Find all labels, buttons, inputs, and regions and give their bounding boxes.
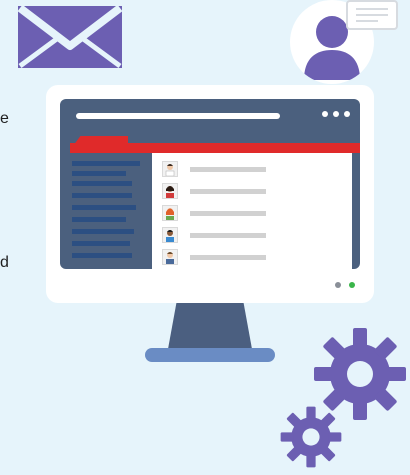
avatar bbox=[162, 249, 178, 265]
list-item bbox=[162, 249, 352, 265]
window-menu-dots bbox=[322, 111, 350, 117]
list-item bbox=[162, 161, 352, 177]
sidebar-line bbox=[72, 205, 136, 210]
avatar bbox=[162, 205, 178, 221]
list-item bbox=[162, 227, 352, 243]
gear-icon bbox=[278, 404, 344, 475]
sidebar-line bbox=[72, 229, 134, 234]
monitor-screen bbox=[60, 99, 360, 269]
list-item-bar bbox=[190, 233, 266, 238]
sidebar-line bbox=[72, 181, 132, 186]
address-bar bbox=[76, 113, 280, 119]
clipped-text-top: e bbox=[0, 110, 9, 127]
avatar bbox=[162, 161, 178, 177]
user-list-panel bbox=[152, 153, 352, 269]
monitor-illustration bbox=[46, 85, 374, 303]
list-item bbox=[162, 183, 352, 199]
header-bar bbox=[70, 143, 360, 153]
menu-dot bbox=[344, 111, 350, 117]
sidebar-line bbox=[72, 161, 140, 166]
sidebar-line bbox=[72, 253, 132, 258]
list-item bbox=[162, 205, 352, 221]
sidebar-line bbox=[72, 193, 132, 198]
status-indicators bbox=[335, 282, 355, 288]
list-item-bar bbox=[190, 211, 266, 216]
envelope-icon bbox=[17, 4, 123, 69]
menu-dot bbox=[333, 111, 339, 117]
avatar bbox=[162, 227, 178, 243]
sidebar-line bbox=[72, 241, 130, 246]
list-item-bar bbox=[190, 255, 266, 260]
list-item-bar bbox=[190, 167, 266, 172]
monitor-stand-base bbox=[145, 348, 275, 362]
status-dot-green bbox=[349, 282, 355, 288]
list-item-bar bbox=[190, 189, 266, 194]
menu-dot bbox=[322, 111, 328, 117]
clipped-text-bottom: d bbox=[0, 254, 9, 271]
avatar bbox=[162, 183, 178, 199]
sidebar-line bbox=[72, 171, 126, 176]
status-dot-gray bbox=[335, 282, 341, 288]
sidebar-line bbox=[72, 217, 126, 222]
monitor-stand-neck bbox=[168, 303, 252, 349]
chat-bubble-icon bbox=[346, 0, 398, 30]
sidebar bbox=[72, 153, 150, 269]
